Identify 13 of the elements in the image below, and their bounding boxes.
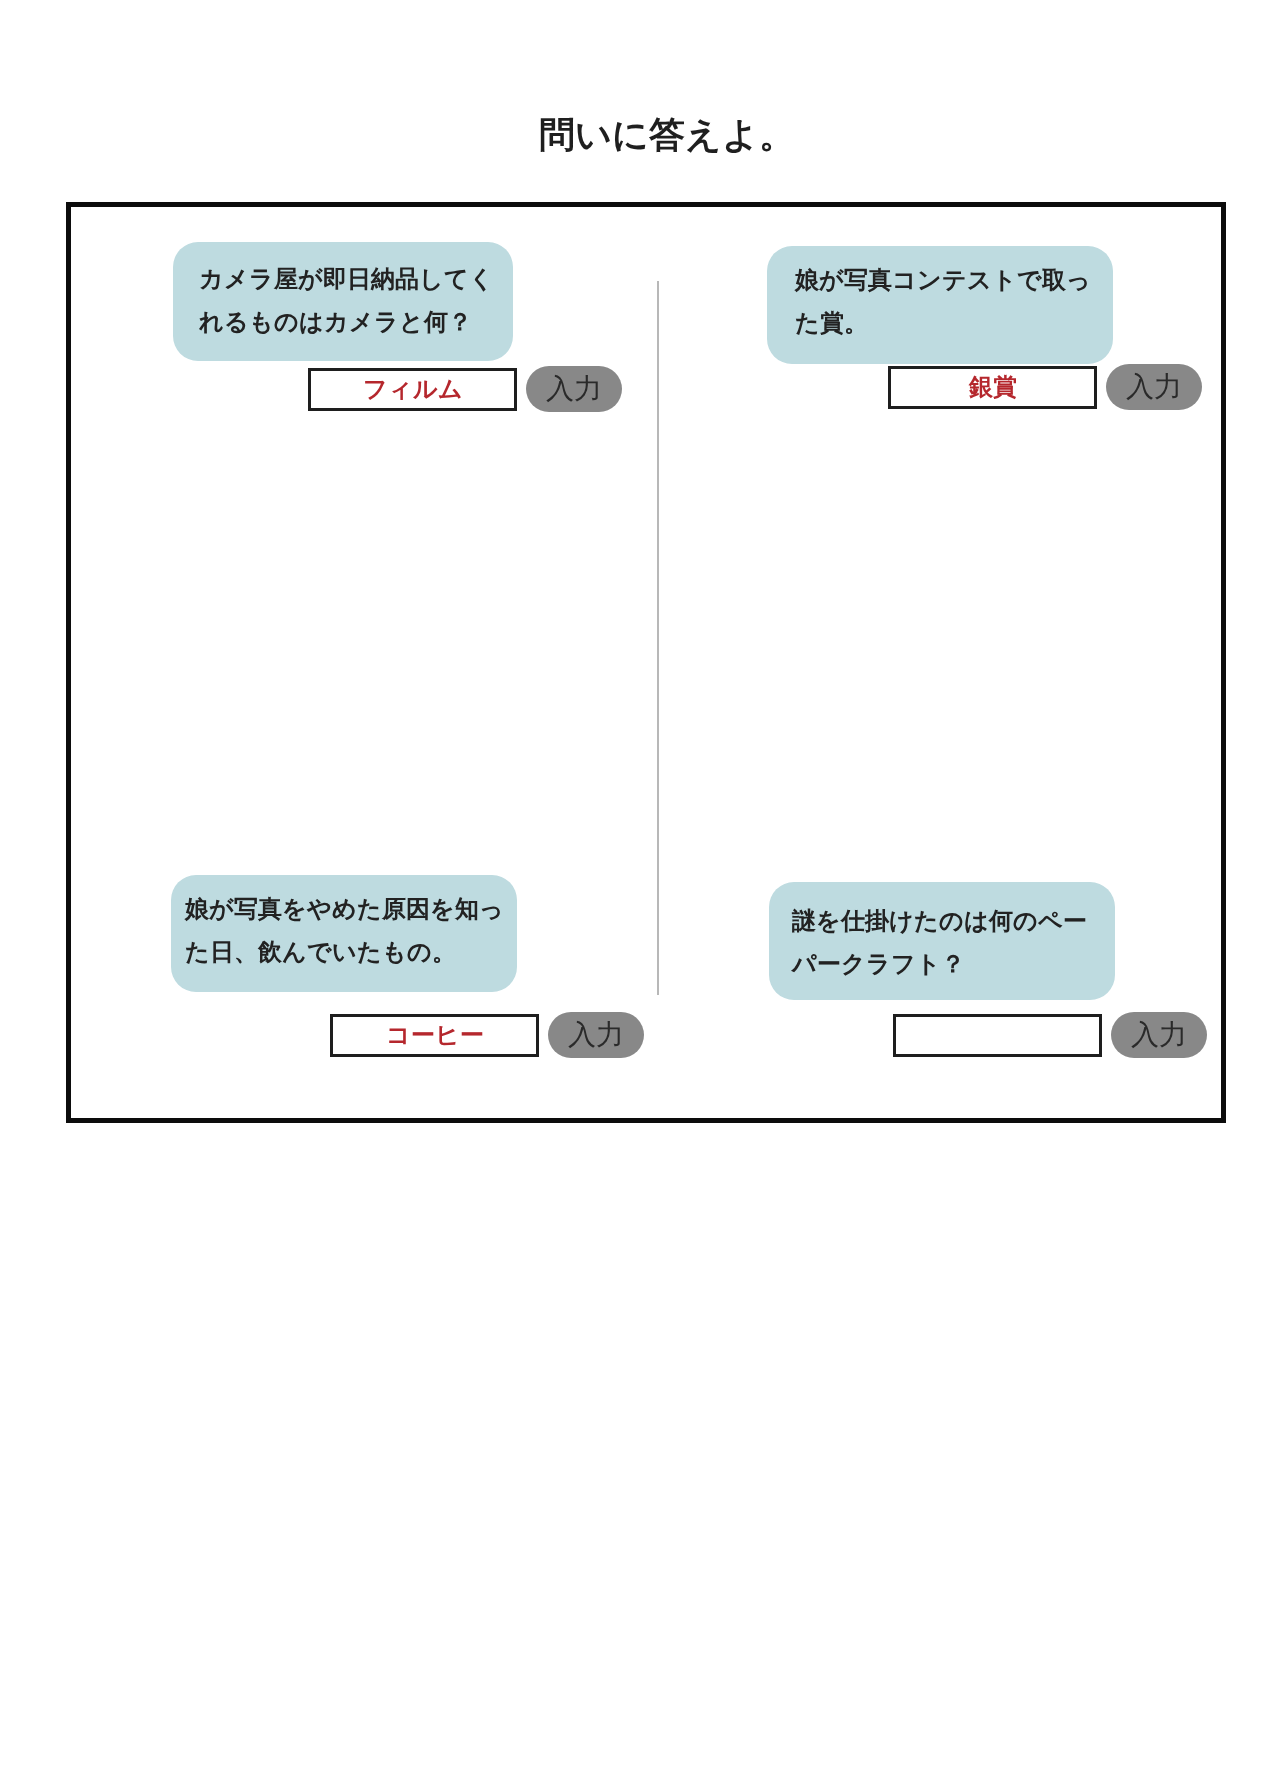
enter-button[interactable]: 入力 (526, 366, 622, 412)
answer-field[interactable]: フィルム (308, 367, 517, 411)
question-bubble: 娘が写真をやめた原因を知った日、飲んでいたもの。 (171, 875, 517, 992)
enter-button[interactable]: 入力 (1106, 364, 1202, 410)
answer-field[interactable]: 銀賞 (888, 365, 1097, 409)
enter-button[interactable]: 入力 (1111, 1012, 1207, 1058)
page-title: 問いに答えよ。 (538, 115, 796, 155)
answer-field[interactable]: コーヒー (330, 1013, 539, 1057)
question-bubble: 娘が写真コンテストで取った賞。 (767, 246, 1113, 364)
question-bubble: 謎を仕掛けたのは何のペーパークラフト？ (769, 882, 1115, 1000)
question-bubble: カメラ屋が即日納品してくれるものはカメラと何？ (173, 242, 513, 361)
enter-button[interactable]: 入力 (548, 1012, 644, 1058)
answer-field[interactable] (893, 1013, 1102, 1057)
